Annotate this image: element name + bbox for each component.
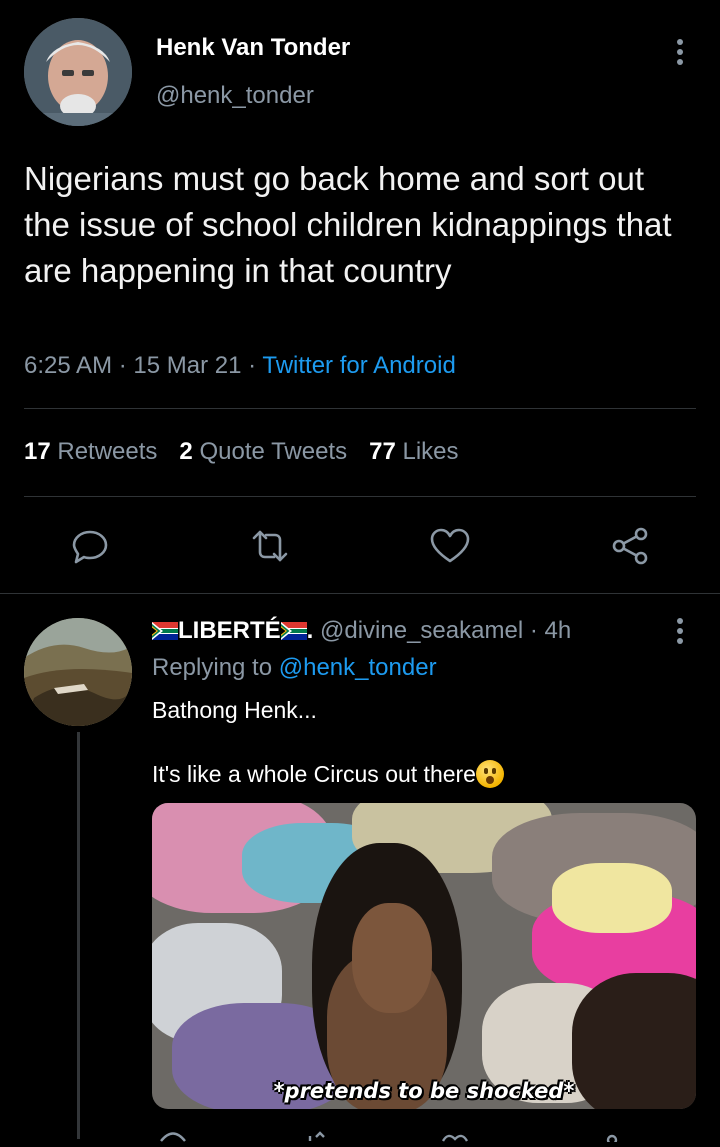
reply-media-gif[interactable]: *pretends to be shocked* — [152, 803, 696, 1109]
thread-line — [77, 732, 80, 1139]
media-caption: *pretends to be shocked* — [273, 1079, 575, 1103]
reply-text-line-2: It's like a whole Circus out there — [152, 760, 504, 788]
share-icon[interactable] — [590, 1128, 620, 1146]
reply-author-name[interactable]: LIBERTÉ — [178, 617, 281, 644]
more-options-icon[interactable] — [666, 36, 694, 68]
reply-name-suffix: . — [306, 617, 314, 644]
reply-icon[interactable] — [68, 524, 112, 568]
tweet-date: 15 Mar 21 — [133, 352, 242, 379]
reply-header: LIBERTÉ . @divine_seakamel · 4h — [152, 617, 571, 645]
reply-author-handle[interactable]: @divine_seakamel — [320, 617, 523, 644]
tweet-stats: 17 Retweets 2 Quote Tweets 77 Likes — [24, 438, 459, 466]
retweet-icon[interactable] — [300, 1128, 330, 1142]
reply-author-avatar[interactable] — [24, 618, 132, 726]
meta-separator: · — [118, 352, 127, 379]
tweet-text: Nigerians must go back home and sort out… — [24, 160, 672, 289]
meta-separator: · — [248, 352, 257, 379]
tweet-source-link[interactable]: Twitter for Android — [262, 352, 455, 379]
reply-text-line-2-content: It's like a whole Circus out there — [152, 761, 476, 787]
replying-to-handle[interactable]: @henk_tonder — [279, 654, 437, 681]
likes-stat[interactable]: 77 Likes — [369, 438, 458, 465]
reply-icon[interactable] — [158, 1128, 188, 1142]
share-icon[interactable] — [608, 524, 652, 568]
divider — [24, 496, 696, 497]
retweets-stat[interactable]: 17 Retweets — [24, 438, 157, 465]
more-options-icon[interactable] — [666, 616, 694, 646]
like-icon[interactable] — [428, 524, 472, 568]
quote-tweets-stat[interactable]: 2 Quote Tweets — [179, 438, 347, 465]
author-avatar[interactable] — [24, 18, 132, 126]
section-divider — [0, 593, 720, 594]
tweet-meta: 6:25 AM · 15 Mar 21 · Twitter for Androi… — [24, 352, 456, 380]
south-africa-flag-icon — [280, 619, 307, 640]
retweet-icon[interactable] — [248, 524, 292, 568]
divider — [24, 408, 696, 409]
reply-text-line-1: Bathong Henk... — [152, 697, 317, 723]
author-name[interactable]: Henk Van Tonder — [156, 34, 350, 62]
replying-to: Replying to @henk_tonder — [152, 654, 437, 682]
reply-time: 4h — [544, 617, 572, 644]
like-icon[interactable] — [440, 1128, 470, 1142]
tweet-time: 6:25 AM — [24, 352, 113, 379]
south-africa-flag-icon — [152, 619, 178, 640]
replying-to-label: Replying to — [152, 654, 273, 681]
author-handle[interactable]: @henk_tonder — [156, 82, 314, 110]
meta-separator: · — [529, 617, 538, 644]
hushed-face-emoji-icon — [475, 760, 504, 788]
